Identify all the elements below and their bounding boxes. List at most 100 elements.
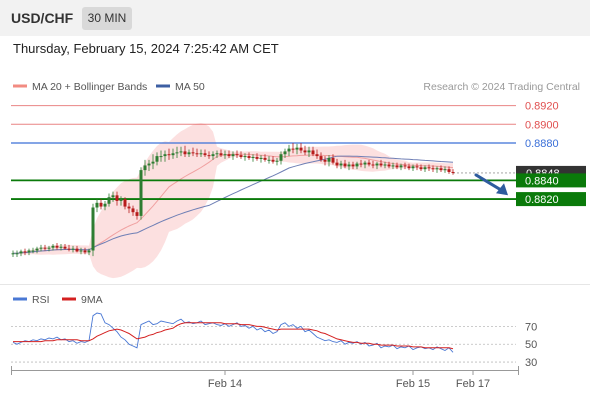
candle-body [215,153,219,155]
candle-body [431,168,435,170]
candle-body [151,161,155,164]
candle-body [383,164,387,166]
legend-label-rsi-ma: 9MA [81,294,103,306]
candle-body [83,250,87,253]
candle-body [187,152,191,155]
candle-body [279,154,283,161]
candle-body [355,163,359,167]
candle-body [167,154,171,156]
candle-body [79,250,83,252]
candle-body [95,202,99,208]
candle-body [307,150,311,153]
candle-body [139,170,143,216]
candle-body [123,199,127,207]
candle-body [239,155,243,158]
copyright-text: Research © 2024 Trading Central [423,81,580,93]
candle-body [343,163,347,167]
candle-body [39,247,43,249]
candle-body [391,165,395,167]
candle [15,250,19,258]
candle-body [183,151,187,155]
candle-body [415,166,419,168]
candle-body [87,250,91,253]
candle [91,203,95,257]
candle-body [119,199,123,201]
candle-body [55,245,59,248]
candle-body [291,148,295,150]
candle-body [47,247,51,249]
rsi-grid: 70 50 30 [11,321,537,369]
x-tick-label: Feb 15 [396,378,430,390]
candle-body [347,164,351,167]
candle-body [299,147,303,151]
candle [95,199,99,213]
candle-body [43,247,47,249]
x-tick-label: Feb 17 [456,378,490,390]
candle-body [223,154,227,156]
candle-body [423,167,427,170]
forecast-arrow [474,173,508,196]
candle-body [227,154,231,157]
rsi-line [12,312,454,353]
candle-body [283,151,287,155]
resistance-level-value: 0.8900 [525,119,559,131]
candle-body [319,156,323,160]
candle-body [399,165,403,168]
candle-body [127,206,131,209]
candle-body [447,169,451,172]
candle-body [363,162,367,165]
candle-body [335,162,339,166]
candle-body [243,156,247,158]
candle-body [91,207,95,251]
candle-body [219,153,223,156]
pivot-level-value: 0.8880 [525,138,559,150]
x-axis: Feb 14 Feb 15 Feb 17 [11,366,519,390]
bollinger-band-area [13,123,453,279]
candle-body [103,203,107,207]
candle-body [15,253,19,255]
candle-body [199,153,203,155]
candle-body [99,202,103,207]
candle-body [135,212,139,216]
x-tick-label: Feb 14 [208,378,242,390]
legend-swatch-ma50 [156,84,170,88]
candle-body [143,165,147,171]
candle [11,250,15,258]
candle-body [339,163,343,166]
legend-label-ma50: MA 50 [175,81,205,93]
candle-body [367,162,371,165]
candle-body [163,154,167,157]
candle-body [375,163,379,166]
candle-body [23,251,27,253]
candle-body [411,166,415,169]
candle-body [287,148,291,152]
candle-body [207,155,211,157]
candle-body [59,246,63,248]
bollinger-band [13,123,453,279]
candle-body [179,151,183,153]
candle-body [311,150,315,155]
candle-body [303,150,307,153]
candle-body [131,208,135,213]
candle-body [71,248,75,250]
candle-body [255,157,259,159]
candle-body [31,250,35,252]
candle-body [419,167,423,170]
candle-body [247,156,251,158]
candle-body [407,166,411,169]
candle-body [195,153,199,155]
level-labels: 0.89200.89000.88800.88480.88400.8820 [516,101,586,207]
ma50-line [13,155,454,254]
candle-body [403,165,407,167]
candle [139,167,143,220]
candle-body [75,248,79,252]
resistance-level-value: 0.8920 [525,101,559,113]
candle-body [155,156,159,162]
support-level-value: 0.8820 [525,194,559,206]
candle-body [11,253,15,255]
candle [19,249,23,257]
candle-body [387,164,391,167]
candle-body [435,168,439,170]
candle-body [271,159,275,162]
rsi-tick-label: 30 [525,357,537,369]
